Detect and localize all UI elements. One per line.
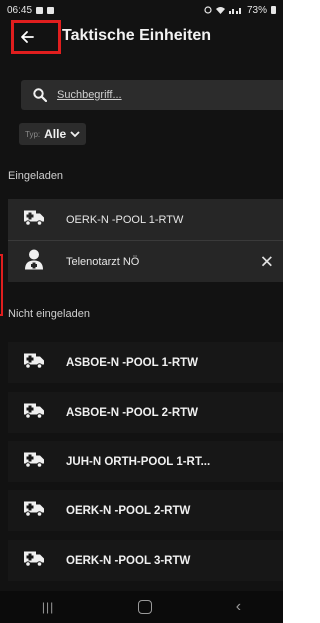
- ambulance-icon: [23, 208, 45, 231]
- system-navigation-bar: ||| ‹: [0, 591, 283, 623]
- signal-icon: [228, 8, 241, 14]
- invited-unit-row[interactable]: OERK-N -POOL 1-RTW: [8, 199, 283, 240]
- type-filter-prefix: Typ:: [25, 129, 41, 139]
- phone-screen: 06:45 73% Taktische Einheiten Suchbegrif…: [0, 0, 283, 623]
- status-bar: 06:45 73%: [0, 0, 283, 20]
- uninvited-unit-row[interactable]: OERK-N -POOL 2-RTW: [8, 490, 283, 531]
- type-filter-value: Alle: [44, 127, 67, 141]
- section-not-invited-heading: Nicht eingeladen: [8, 308, 90, 320]
- unit-name: Telenotarzt NÖ: [66, 255, 140, 268]
- page-title: Taktische Einheiten: [62, 27, 212, 44]
- wifi-icon: [215, 7, 225, 14]
- message-notification-icon: [47, 6, 55, 14]
- uninvited-unit-row[interactable]: JUH-N ORTH-POOL 1-RT...: [8, 441, 283, 482]
- close-icon[interactable]: ✕: [260, 253, 274, 270]
- gallery-notification-icon: [36, 6, 44, 14]
- chevron-down-icon: [70, 131, 80, 138]
- section-invited-heading: Eingeladen: [8, 170, 64, 182]
- ambulance-icon: [23, 401, 45, 424]
- arrow-back-icon: [21, 31, 34, 43]
- invited-unit-row[interactable]: Telenotarzt NÖ ✕: [8, 241, 283, 282]
- type-filter-dropdown[interactable]: Typ: Alle: [19, 123, 87, 145]
- unit-name: OERK-N -POOL 3-RTW: [66, 554, 191, 567]
- nav-back-icon[interactable]: ‹: [236, 598, 241, 616]
- unit-name: ASBOE-N -POOL 2-RTW: [66, 406, 199, 419]
- battery-icon: [271, 6, 276, 14]
- uninvited-unit-row[interactable]: ASBOE-N -POOL 1-RTW: [8, 342, 283, 383]
- search-input[interactable]: Suchbegriff...: [57, 89, 122, 101]
- uninvited-unit-row[interactable]: ASBOE-N -POOL 2-RTW: [8, 392, 283, 433]
- ambulance-icon: [23, 549, 45, 572]
- back-button[interactable]: [11, 20, 61, 54]
- unit-name: OERK-N -POOL 1-RTW: [66, 213, 184, 226]
- recent-apps-icon[interactable]: |||: [42, 600, 54, 614]
- ambulance-icon: [23, 351, 45, 374]
- unit-name: OERK-N -POOL 2-RTW: [66, 504, 191, 517]
- unit-name: JUH-N ORTH-POOL 1-RT...: [66, 455, 211, 468]
- highlight-marker: [0, 254, 3, 316]
- status-time: 06:45: [7, 4, 33, 16]
- battery-percent: 73%: [246, 4, 267, 16]
- app-bar: Taktische Einheiten: [0, 20, 283, 54]
- home-icon[interactable]: [138, 600, 152, 614]
- search-field[interactable]: Suchbegriff...: [21, 80, 283, 110]
- doctor-icon: [23, 248, 45, 275]
- ambulance-icon: [23, 450, 45, 473]
- unit-name: ASBOE-N -POOL 1-RTW: [66, 356, 199, 369]
- ambulance-icon: [23, 499, 45, 522]
- uninvited-unit-row[interactable]: OERK-N -POOL 3-RTW: [8, 540, 283, 581]
- search-icon: [33, 88, 47, 102]
- alarm-icon: [204, 6, 212, 14]
